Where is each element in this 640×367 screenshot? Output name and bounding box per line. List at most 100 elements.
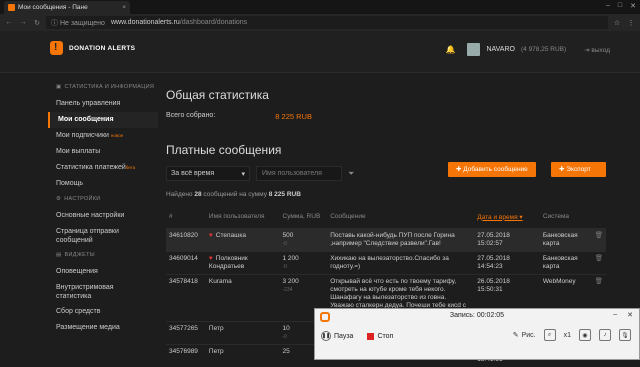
sidebar-item-stream-stats[interactable]: Внутристримовая статистика [48,280,158,304]
sidebar-item-payouts[interactable]: Мои выплаты [48,144,158,160]
table-row: 34610820 ♥ Степашка 500 -0 Поставь какой-н… [166,227,606,251]
cell-message: Поставь какой-нибудь ПУП после Горина ,н… [327,227,475,251]
amount-fee: -0 [282,240,287,247]
sidebar-item-alerts[interactable]: Оповещения [48,264,158,280]
recorder-status: Запись: 00:02:05 [315,312,639,319]
sidebar-item-media[interactable]: Размещение медиа [48,320,158,336]
record-time: 00:02:05 [476,312,505,319]
maximize-icon[interactable]: □ [618,2,622,10]
col-system: Система [542,213,570,221]
add-message-label: Добавить сообщение [463,166,528,173]
reload-icon[interactable]: ↻ [32,19,42,27]
user-search-input[interactable]: Имя пользователя [256,166,342,181]
amount-fee: -234 [282,286,293,293]
browser-menu-icon[interactable]: ⋮ [626,19,636,27]
section-label: СТАТИСТИКА И ИНФОРМАЦИЯ [64,84,155,90]
trash-icon[interactable]: 🗑 [595,255,603,262]
found-sum: 8 225 RUB [268,191,301,198]
col-id: # [169,213,173,221]
filter-icon[interactable]: ⏷ [348,169,354,179]
forward-icon[interactable]: → [18,19,28,26]
zoom-icon[interactable]: ⌕ [543,329,556,341]
sidebar-item-donation-page[interactable]: Страница отправки сообщений [48,224,158,248]
amount-value: 25 [282,347,290,355]
sidebar-item-main-settings[interactable]: Основные настройки [48,208,158,224]
col-amount[interactable]: Сумма, RUB [280,206,328,228]
record-label: Запись: [449,312,475,319]
widget-icon: ▤ [56,252,62,258]
sidebar-item-messages[interactable]: Мои сообщения [48,112,158,128]
minimize-icon[interactable]: – [606,2,610,10]
trash-icon[interactable]: 🗑 [595,232,603,239]
window-controls: – □ ✕ [606,2,636,10]
bell-icon[interactable]: 🔔 [445,45,455,54]
new-badge: новое [110,133,124,138]
webcam-icon[interactable]: ◉ [579,329,591,341]
amount-fee: -0 [282,263,287,270]
avatar[interactable] [467,43,481,56]
total-value: 8 225 RUB [275,112,312,121]
close-icon[interactable]: ✕ [627,311,633,319]
sidebar-item-dashboard[interactable]: Панель управления [48,96,158,112]
col-user[interactable]: Имя пользователя [206,206,280,228]
export-button[interactable]: ✚ Экспорт [551,162,606,177]
user-name: Kurama [208,277,232,285]
tab-close-icon[interactable]: × [122,4,126,11]
browser-tab[interactable]: Мои сообщения - Пане × [4,1,130,14]
sidebar-section-widgets: ▤ ВИДЖЕТЫ [56,252,158,258]
total-collected: Всего собрано: 8 225 RUB [166,112,606,121]
sidebar-item-subscribers[interactable]: Мои подписчики новое [48,128,158,144]
minimize-icon[interactable]: – [613,311,617,319]
back-icon[interactable]: ← [4,19,14,26]
amount-value: 1 200 [282,254,299,262]
cell-user: Петр [205,320,280,344]
cell-amount: 1 200 -0 [279,250,328,274]
cell-date: 27.05.2018 14:54:23 [474,250,540,274]
amount-value: 3 200 [282,277,299,285]
url-path: /dashboard/donations [179,19,248,26]
pause-icon: ❚❚ [321,331,331,341]
stop-button[interactable]: Стоп [367,332,393,340]
pause-button[interactable]: ❚❚ Пауза [321,331,353,341]
logo[interactable]: DONATION ALERTS [50,41,135,55]
cell-actions: 🗑 [591,227,606,251]
period-value: За всё время [171,170,215,177]
draw-button[interactable]: ✎ Рис. [513,331,536,340]
cell-user: Петр [205,343,280,367]
page-title: Общая статистика [166,88,269,102]
sidebar-item-fundraising[interactable]: Сбор средств [48,304,158,320]
recorder-tools: ✎ Рис. ⌕ x1 ◉ ♪ 🎙 [513,329,631,341]
cell-user: ♥ Степашка [205,227,280,251]
not-secure-label: ⓘ Не защищено [51,19,105,27]
cell-message: Хихикаю на вылезаторство.Спасибо за годн… [327,250,475,274]
cell-id: 34577265 [166,320,206,344]
pause-label: Пауза [334,332,354,340]
user-name: Степашка [215,231,246,239]
amount-value: 500 [282,231,294,239]
close-window-icon[interactable]: ✕ [630,2,636,10]
trash-icon[interactable]: 🗑 [595,278,603,285]
zoom-level[interactable]: x1 [564,332,571,339]
sidebar-item-help[interactable]: Помощь [48,176,158,192]
cell-amount: 500 -0 [279,227,328,251]
sidebar: ▣ СТАТИСТИКА И ИНФОРМАЦИЯ Панель управлен… [48,80,158,336]
cell-id: 34610820 [166,227,206,251]
cell-system: Банковская карта [539,227,592,251]
logout-link[interactable]: ⇥ выход [584,46,610,54]
add-message-button[interactable]: ✚ Добавить сообщение [448,162,536,177]
audio-icon[interactable]: ♪ [599,329,611,341]
cell-date: 27.05.2018 15:02:57 [474,227,540,251]
mic-icon[interactable]: 🎙 [619,329,631,341]
chevron-down-icon: ▾ [241,171,245,178]
user-name: Петр [208,324,224,332]
period-select[interactable]: За всё время ▾ [166,166,250,181]
sidebar-item-payment-stats[interactable]: Статистика платежейбета [48,160,158,176]
gear-icon: ⚙ [56,196,62,202]
user-balance: (4 978,25 RUB) [520,46,567,53]
url-field[interactable]: ⓘ Не защищено www.donationalerts.ru/dash… [46,16,608,29]
star-icon[interactable]: ☆ [612,19,622,27]
col-date[interactable]: Дата и время ▾ [474,206,540,228]
username[interactable]: NAVARO [486,46,515,53]
recorder-controls: ❚❚ Пауза Стоп [321,331,393,341]
col-actions [592,206,606,228]
